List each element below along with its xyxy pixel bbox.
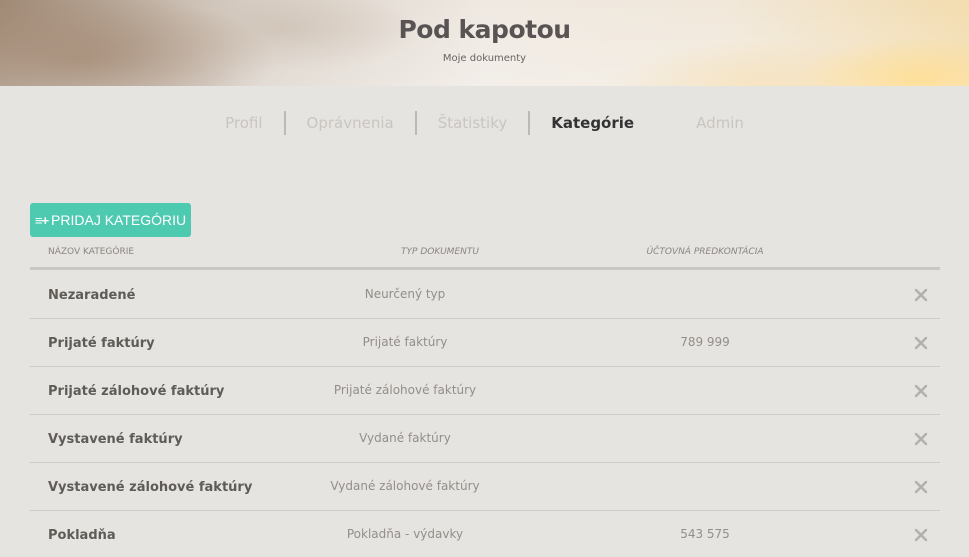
table-row[interactable]: Nezaradené Neurčený typ [30,271,940,319]
table-row[interactable]: Vystavené faktúry Vydané faktúry [30,415,940,463]
table-row[interactable]: Vystavené zálohové faktúry Vydané záloho… [30,463,940,511]
account-code: 543 575 [680,527,730,541]
document-type: Prijaté faktúry [362,335,448,349]
close-icon[interactable] [914,288,928,302]
category-name: Pokladňa [48,528,116,543]
tab-opravnenia[interactable]: Oprávnenia [286,114,415,132]
document-type: Neurčený typ [364,287,446,301]
site-title: Pod kapotou [398,15,571,44]
document-type: Vydané faktúry [359,431,451,445]
tab-statistiky[interactable]: Štatistiky [417,114,529,132]
account-code: 789 999 [680,335,730,349]
table-row[interactable]: Pokladňa Pokladňa - výdavky 543 575 [30,511,940,557]
category-table: Nezaradené Neurčený typ Prijaté faktúry … [30,271,940,557]
column-header-account: ÚČTOVNÁ PREDKONTÁCIA [646,247,764,257]
category-name: Vystavené faktúry [48,432,183,447]
site-subtitle: Moje dokumenty [442,53,527,64]
close-icon[interactable] [914,432,928,446]
table-header: NÁZOV KATEGÓRIE TYP DOKUMENTU ÚČTOVNÁ PR… [30,245,940,270]
close-icon[interactable] [914,480,928,494]
tab-bar: Profil Oprávnenia Štatistiky Kategórie A… [0,110,969,136]
add-category-button[interactable]: ≡+ PRIDAJ KATEGÓRIU [30,203,191,237]
category-name: Prijaté faktúry [48,336,155,351]
close-icon[interactable] [914,528,928,542]
table-row[interactable]: Prijaté faktúry Prijaté faktúry 789 999 [30,319,940,367]
tab-kategorie[interactable]: Kategórie [530,114,655,132]
tab-profil[interactable]: Profil [204,114,283,132]
category-name: Prijaté zálohové faktúry [48,384,225,399]
document-type: Vydané zálohové faktúry [330,479,480,493]
column-header-name: NÁZOV KATEGÓRIE [48,247,135,257]
document-type: Prijaté zálohové faktúry [333,383,477,397]
add-category-label: PRIDAJ KATEGÓRIU [51,212,187,228]
document-type: Pokladňa - výdavky [346,527,464,541]
header-banner: Pod kapotou Moje dokumenty [0,0,969,86]
category-name: Nezaradené [48,288,136,303]
close-icon[interactable] [914,336,928,350]
close-icon[interactable] [914,384,928,398]
list-plus-icon: ≡+ [34,212,49,228]
tab-admin[interactable]: Admin [675,114,765,132]
category-name: Vystavené zálohové faktúry [48,480,253,495]
column-header-type: TYP DOKUMENTU [401,247,479,257]
table-row[interactable]: Prijaté zálohové faktúry Prijaté zálohov… [30,367,940,415]
